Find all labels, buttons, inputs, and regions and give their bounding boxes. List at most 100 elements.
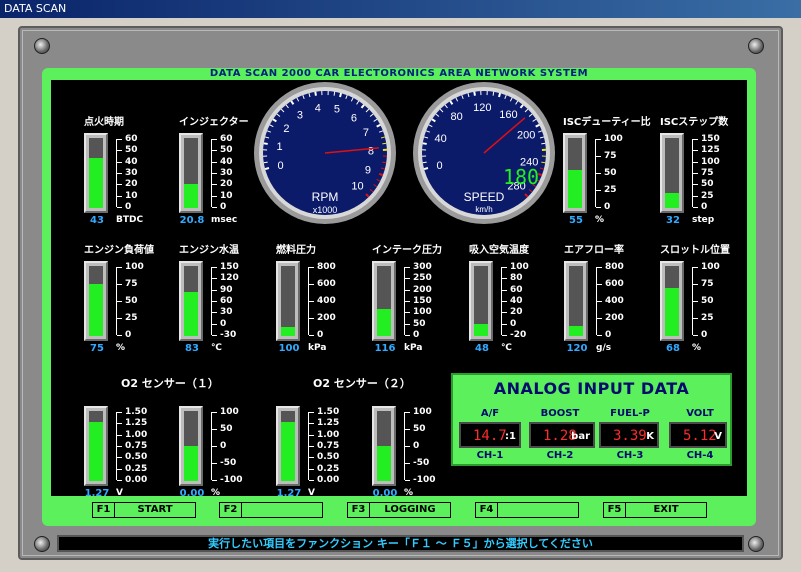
speed-gauge: 04080120160200240280 SPEED km/h 180 [413, 82, 555, 224]
scale-tick-label: 60 [220, 296, 233, 306]
gauge-tick-label: 80 [451, 111, 463, 123]
function-key-f3[interactable]: F3 LOGGING [347, 502, 451, 518]
scale-tick-label: 50 [220, 424, 233, 434]
gauge-tick-label: 9 [365, 164, 371, 176]
scale-tick-label: 80 [510, 273, 523, 284]
meter-value-ignition: 43 [90, 215, 104, 226]
scale-tick [117, 434, 122, 436]
function-key-number: F1 [93, 503, 115, 517]
function-key-f5[interactable]: F5 EXIT [603, 502, 707, 518]
analog-input-panel: ANALOG INPUT DATA A/F 14.7:1 CH-1 BOOST 1.28… [451, 373, 732, 466]
gauge-tick [422, 142, 427, 145]
scale-tick [597, 335, 602, 336]
scale-tick-label: 300 [413, 262, 432, 272]
analog-unit: :1 [505, 431, 516, 442]
meter-scale-o2-2-pct: 100 50 0 -50 -100 [404, 408, 444, 485]
meter-scale-isc-duty: 100 75 50 25 0 [595, 135, 635, 212]
meter-scale-throttle: 100 75 50 25 0 [692, 263, 732, 340]
scale-tick-label: 100 [413, 407, 432, 417]
scale-tick-label: 40 [510, 296, 523, 306]
meter-label-coolant: エンジン水温 [179, 245, 239, 256]
meter-scale-intake-pressure: 300 250 200 150 100 50 0 [404, 263, 444, 340]
scale-tick [309, 446, 314, 447]
scale-tick [117, 301, 122, 302]
meter-unit-fuel-pressure: kPa [308, 343, 327, 353]
meter-bar-isc-step [660, 133, 684, 213]
scale-tick [502, 278, 507, 280]
gauge-tick-label: 120 [473, 102, 491, 114]
scale-tick [596, 173, 601, 174]
function-key-f1[interactable]: F1 START [92, 502, 196, 518]
function-key-f4[interactable]: F4 [475, 502, 579, 518]
meter-value-fuel-pressure: 100 [278, 343, 300, 354]
function-key-f2[interactable]: F2 [219, 502, 323, 518]
scale-tick [596, 190, 601, 191]
gauge-tick [314, 91, 317, 96]
scale-tick [212, 161, 217, 163]
scale-tick-label: 0.00 [317, 475, 340, 485]
meter-fill-airflow [569, 325, 583, 336]
gauge-tick-label: 2 [283, 123, 289, 135]
analog-label: A/F [480, 408, 500, 419]
meter-bar-o2-1-pct [179, 406, 203, 486]
scale-tick-label: 60 [125, 134, 138, 144]
scale-tick-label: 50 [701, 179, 714, 190]
scale-tick [405, 289, 410, 291]
screw-icon [34, 536, 50, 552]
gauge-tick [264, 167, 270, 171]
meter-value-isc-step: 32 [666, 215, 680, 226]
scale-tick [693, 195, 698, 197]
scale-tick-label: 30 [220, 307, 233, 318]
gauge-tick-label: 0 [278, 160, 284, 172]
scale-tick-label: -50 [220, 458, 237, 468]
gauge-tick [422, 161, 427, 164]
meter-unit-engine-load: % [116, 343, 126, 353]
scale-tick-label: 0 [413, 330, 420, 340]
scale-tick [212, 463, 217, 464]
scale-tick [502, 335, 507, 336]
scale-tick [693, 301, 698, 302]
scale-tick [212, 480, 217, 481]
meter-scale-engine-load: 100 75 50 25 0 [116, 263, 156, 340]
scale-tick-label: 1.00 [125, 429, 148, 440]
meter-fill-o2-2-v [281, 421, 295, 481]
scale-tick [693, 161, 698, 163]
meter-bar-isc-duty [563, 133, 587, 213]
scale-tick-label: 50 [125, 296, 138, 306]
scale-tick-label: 100 [701, 156, 720, 167]
scale-tick-label: 0.00 [125, 475, 148, 485]
scale-tick [405, 335, 410, 336]
scale-tick-label: 75 [701, 279, 714, 289]
meter-label-fuel-pressure: 燃料圧力 [276, 245, 316, 256]
scale-tick-label: 800 [605, 262, 624, 272]
scale-tick [502, 312, 507, 314]
scale-tick [596, 156, 601, 157]
function-key-number: F2 [220, 503, 242, 517]
meter-unit-o2-1-pct: % [211, 488, 221, 498]
meter-value-engine-load: 75 [90, 343, 104, 354]
scale-tick-label: 400 [605, 296, 624, 306]
gauge-tick [339, 92, 343, 98]
analog-label: VOLT [686, 408, 714, 419]
meter-bar-coolant [179, 261, 203, 341]
scale-tick [117, 150, 122, 152]
scale-tick-label: 20 [510, 307, 523, 318]
scale-tick-label: 0.75 [317, 441, 340, 451]
scale-tick [212, 173, 217, 174]
meter-fill-isc-duty [568, 169, 582, 208]
meter-fill-intake-pressure [377, 309, 391, 336]
analog-value-box: 5.12 V [669, 422, 727, 448]
scale-tick [693, 150, 698, 152]
meter-value-intake-pressure: 116 [374, 343, 396, 354]
scale-tick [502, 323, 507, 325]
function-key-number: F3 [348, 503, 370, 517]
gauge-tick-label: 10 [351, 181, 363, 193]
scale-tick-label: 90 [220, 284, 233, 295]
scale-tick [405, 463, 410, 464]
scale-tick [117, 335, 122, 336]
scale-tick [212, 323, 217, 325]
scale-tick [309, 301, 314, 302]
analog-value: 3.39 [613, 428, 647, 444]
scale-tick-label: 0 [317, 330, 324, 340]
scale-tick-label: 0 [220, 441, 227, 451]
